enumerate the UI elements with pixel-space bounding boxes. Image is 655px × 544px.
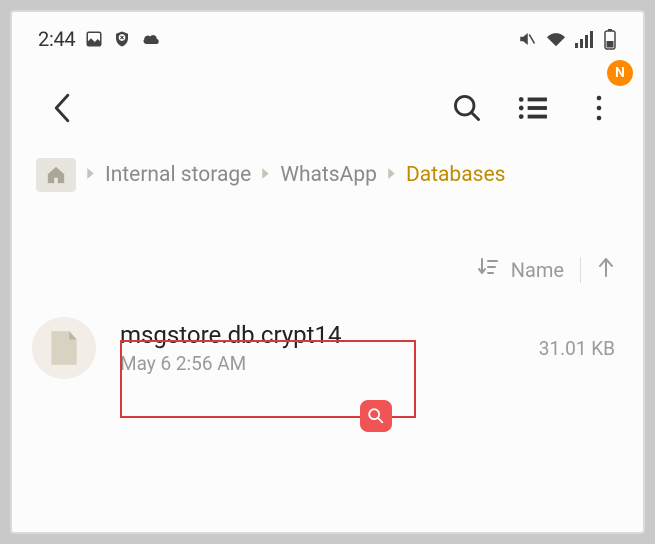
mute-icon — [517, 30, 537, 48]
status-time: 2:44 — [38, 27, 75, 51]
sort-icon[interactable] — [477, 257, 499, 282]
divider — [580, 257, 581, 283]
annotation-magnifier-icon — [360, 400, 392, 432]
status-bar: 2:44 — [12, 12, 643, 58]
image-icon — [85, 30, 103, 48]
battery-icon — [603, 28, 617, 50]
more-button[interactable]: N — [579, 88, 619, 128]
back-button[interactable] — [42, 88, 82, 128]
breadcrumb-item[interactable]: WhatsApp — [280, 163, 377, 187]
breadcrumb-item-current[interactable]: Databases — [406, 163, 506, 187]
breadcrumb: Internal storage WhatsApp Databases — [12, 138, 643, 192]
breadcrumb-home[interactable] — [36, 158, 76, 192]
chevron-right-icon — [261, 167, 270, 184]
view-list-button[interactable] — [513, 88, 553, 128]
sort-bar: Name — [12, 192, 643, 283]
signal-icon — [575, 30, 595, 48]
breadcrumb-item[interactable]: Internal storage — [105, 163, 251, 187]
file-icon — [32, 317, 96, 379]
file-row[interactable]: msgstore.db.crypt14 May 6 2:56 AM 31.01 … — [12, 283, 643, 379]
cloud-icon — [141, 32, 161, 46]
file-date: May 6 2:56 AM — [120, 352, 341, 375]
sort-direction-button[interactable] — [597, 256, 615, 283]
sort-label[interactable]: Name — [511, 258, 564, 282]
chevron-right-icon — [86, 167, 95, 184]
wifi-icon — [545, 30, 567, 48]
shield-x-icon — [113, 30, 131, 48]
file-size: 31.01 KB — [539, 337, 615, 360]
chevron-right-icon — [387, 167, 396, 184]
search-button[interactable] — [447, 88, 487, 128]
app-header: N — [12, 58, 643, 138]
notification-badge: N — [607, 60, 633, 86]
file-name: msgstore.db.crypt14 — [120, 321, 341, 349]
